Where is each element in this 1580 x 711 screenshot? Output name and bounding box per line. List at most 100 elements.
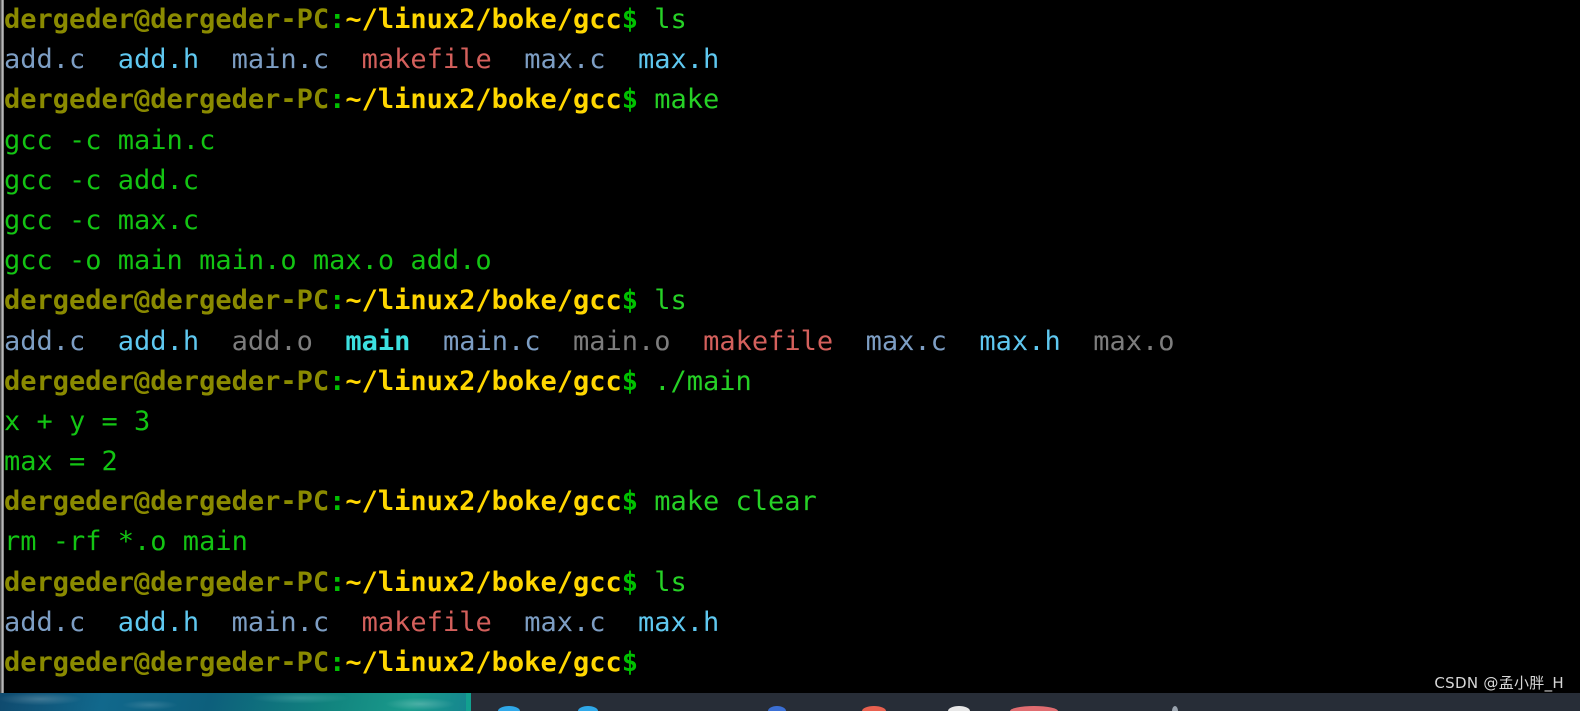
ls-gap (833, 326, 866, 357)
prompt-dollar-sign: $ (621, 285, 638, 317)
ls-gap (329, 44, 362, 75)
terminal-prompt-line: dergeder@dergeder-PC:~/linux2/boke/gcc$ … (4, 281, 1580, 321)
ls-entry: max.c (865, 325, 947, 357)
prompt-colon: : (329, 486, 346, 518)
ls-gap (85, 607, 118, 638)
prompt-dollar-sign: $ (621, 566, 638, 598)
ls-entry: max.o (1093, 325, 1175, 357)
terminal-command: ls (637, 566, 687, 598)
prompt-path: ~/linux2/boke/gcc (345, 4, 622, 35)
ls-gap (606, 607, 639, 638)
prompt-path: ~/linux2/boke/gcc (345, 566, 622, 598)
prompt-path: ~/linux2/boke/gcc (345, 84, 622, 116)
prompt-path: ~/linux2/boke/gcc (345, 647, 622, 678)
code-icon[interactable] (768, 706, 786, 711)
prompt-user-host: dergeder@dergeder-PC (4, 285, 330, 317)
tray-icon[interactable] (1172, 706, 1178, 711)
prompt-colon: : (329, 285, 346, 317)
ls-entry: add.o (231, 325, 313, 357)
desktop-taskbar (0, 693, 1580, 711)
terminal-output-area[interactable]: dergeder@dergeder-PC:~/linux2/boke/gcc$ … (4, 0, 1580, 683)
ls-gap (492, 607, 525, 638)
stdout-text: gcc -c add.c (4, 164, 200, 196)
terminal-stdout-line: gcc -c main.c (4, 121, 1580, 161)
terminal-window[interactable]: dergeder@dergeder-PC:~/linux2/boke/gcc$ … (4, 0, 1580, 693)
terminal-stdout-line: gcc -o main main.o max.o add.o (4, 241, 1580, 281)
ls-gap (199, 607, 232, 638)
ls-entry: add.c (4, 44, 86, 76)
ls-entry: max.h (638, 44, 720, 76)
prompt-dollar-sign: $ (621, 365, 638, 397)
prompt-dollar-sign: $ (621, 486, 638, 518)
ls-entry: add.h (117, 44, 200, 76)
ls-entry: add.c (4, 606, 86, 638)
prompt-colon: : (329, 365, 346, 397)
desktop-wallpaper-edge (466, 693, 471, 711)
ls-entry: max.h (638, 606, 720, 638)
prompt-user-host: dergeder@dergeder-PC (4, 647, 330, 678)
ls-entry: main.c (442, 325, 541, 357)
music-icon[interactable] (862, 706, 886, 711)
ls-entry: main (345, 325, 411, 357)
ls-gap (313, 326, 346, 357)
ls-gap (410, 326, 443, 357)
terminal-icon[interactable] (1010, 706, 1058, 711)
browser-icon[interactable] (578, 706, 598, 711)
terminal-command: ./main (637, 365, 752, 397)
terminal-ls-output-line: add.c add.h main.c makefile max.c max.h (4, 603, 1580, 643)
ls-gap (947, 326, 980, 357)
terminal-ls-output-line: add.c add.h main.c makefile max.c max.h (4, 40, 1580, 80)
prompt-path: ~/linux2/boke/gcc (345, 486, 622, 518)
ls-gap (540, 326, 573, 357)
ls-gap (199, 44, 232, 75)
terminal-prompt-line: dergeder@dergeder-PC:~/linux2/boke/gcc$ … (4, 563, 1580, 603)
ls-gap (85, 44, 118, 75)
prompt-user-host: dergeder@dergeder-PC (4, 4, 330, 35)
terminal-ls-output-line: add.c add.h add.o main main.c main.o mak… (4, 322, 1580, 362)
ls-entry: max.h (979, 325, 1061, 357)
prompt-user-host: dergeder@dergeder-PC (4, 566, 330, 598)
terminal-prompt-line: dergeder@dergeder-PC:~/linux2/boke/gcc$ … (4, 482, 1580, 522)
stdout-text: x + y = 3 (4, 405, 151, 437)
desktop-wallpaper (0, 693, 466, 711)
prompt-dollar-sign: $ (621, 84, 638, 116)
ls-gap (85, 326, 118, 357)
ls-gap (199, 326, 232, 357)
settings-icon[interactable] (948, 706, 970, 711)
prompt-colon: : (329, 566, 346, 598)
ls-entry: max.c (524, 44, 606, 76)
terminal-prompt-line: dergeder@dergeder-PC:~/linux2/boke/gcc$ … (4, 0, 1580, 40)
files-icon[interactable] (498, 706, 520, 711)
terminal-prompt-line: dergeder@dergeder-PC:~/linux2/boke/gcc$ … (4, 362, 1580, 402)
terminal-command: make clear (637, 486, 817, 518)
stdout-text: max = 2 (4, 446, 118, 478)
prompt-colon: : (329, 84, 346, 116)
ls-entry: main.c (231, 606, 330, 638)
terminal-stdout-line: gcc -c max.c (4, 201, 1580, 241)
prompt-dollar-sign: $ (621, 647, 638, 678)
prompt-colon: : (329, 647, 346, 678)
ls-entry: main.c (231, 44, 330, 76)
ls-gap (329, 607, 362, 638)
stdout-text: gcc -c max.c (4, 204, 200, 236)
ls-entry: makefile (703, 325, 834, 357)
terminal-prompt-line: dergeder@dergeder-PC:~/linux2/boke/gcc$ … (4, 80, 1580, 120)
terminal-prompt-line: dergeder@dergeder-PC:~/linux2/boke/gcc$ (4, 643, 1580, 683)
terminal-stdout-line: max = 2 (4, 442, 1580, 482)
prompt-path: ~/linux2/boke/gcc (345, 285, 622, 317)
prompt-user-host: dergeder@dergeder-PC (4, 365, 330, 397)
stdout-text: gcc -o main main.o max.o add.o (4, 245, 492, 277)
ls-gap (492, 44, 525, 75)
ls-entry: add.h (117, 325, 200, 357)
terminal-command: make (637, 84, 720, 116)
terminal-command: ls (637, 285, 687, 317)
csdn-watermark: CSDN @孟小胖_H (1434, 674, 1564, 692)
prompt-colon: : (329, 4, 346, 35)
terminal-stdout-line: rm -rf *.o main (4, 522, 1580, 562)
prompt-path: ~/linux2/boke/gcc (345, 365, 622, 397)
ls-entry: add.h (117, 606, 200, 638)
terminal-stdout-line: x + y = 3 (4, 402, 1580, 442)
prompt-user-host: dergeder@dergeder-PC (4, 486, 330, 518)
ls-entry: add.c (4, 325, 86, 357)
ls-entry: makefile (361, 44, 492, 76)
